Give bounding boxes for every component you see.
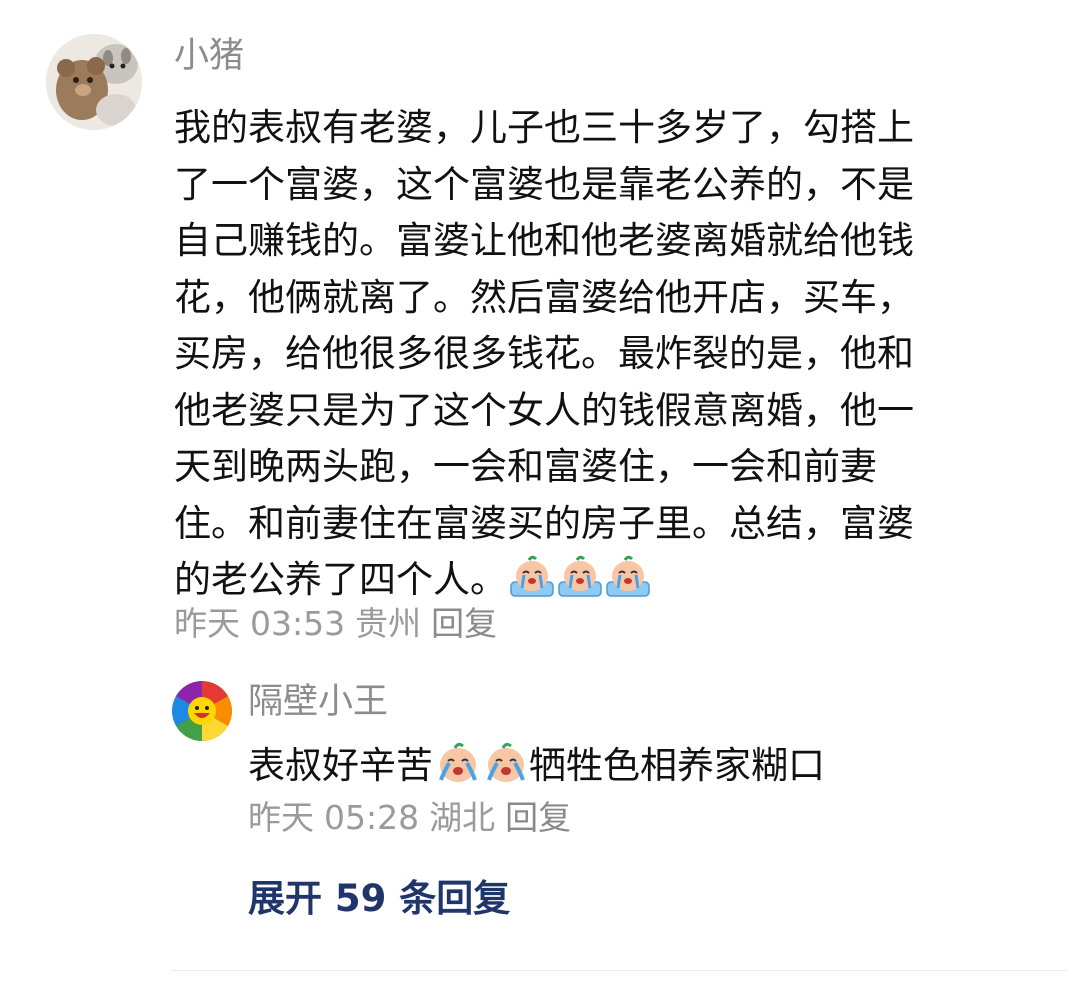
reply-meta: 昨天 05:28 湖北 回复 — [248, 798, 581, 838]
comment-time: 03:53 — [250, 604, 346, 643]
crying-emoji-icon — [557, 554, 603, 615]
comment-text-line: 的老公养了四个人。 — [174, 558, 507, 601]
expand-replies-button[interactable]: 展开 59 条回复 — [248, 876, 510, 922]
reply-username[interactable]: 隔壁小王 — [248, 682, 388, 722]
comment-text-line: 花，他俩就离了。然后富婆给他开店，买车， — [174, 275, 914, 319]
comment-last-line: 的老公养了四个人。 — [174, 552, 1024, 609]
reply-text-before: 表叔好辛苦 — [248, 744, 433, 787]
comment-text-line: 买房，给他很多很多钱花。最炸裂的是，他和 — [174, 332, 914, 375]
comment-text-line: 我的表叔有老婆，儿子也三十多岁了，勾搭上 — [174, 106, 914, 149]
comment-location: 贵州 — [355, 604, 422, 643]
crying-emoji-icon — [605, 554, 651, 615]
comment-text-line: 他老婆只是为了这个女人的钱假意离婚，他一 — [174, 388, 914, 432]
comment-content: 我的表叔有老婆，儿子也三十多岁了，勾搭上 了一个富婆，这个富婆也是靠老公养的，不… — [174, 100, 1024, 609]
reply-date: 昨天 — [248, 798, 314, 837]
reply-content: 表叔好辛苦 牺牲色相养家糊口 — [248, 738, 825, 800]
crying-emoji-icon — [509, 554, 555, 615]
comment-meta: 昨天 03:53 贵州 回复 — [174, 604, 507, 644]
crying-emoji-icon — [435, 740, 481, 800]
reply-button[interactable]: 回复 — [505, 798, 571, 837]
avatar[interactable] — [172, 681, 232, 741]
comment-text-line: 天到晚两头跑，一会和富婆住，一会和前妻 — [174, 445, 877, 488]
comment-text-line: 住。和前妻住在富婆买的房子里。总结，富婆 — [174, 501, 914, 545]
reply-button[interactable]: 回复 — [431, 604, 497, 643]
avatar-cat-with-teddy-image — [46, 34, 142, 130]
crying-emoji-icon — [483, 740, 529, 800]
comment-date: 昨天 — [174, 604, 240, 643]
comment-text-line: 自己赚钱的。富婆让他和他老婆离婚就给他钱 — [174, 219, 914, 262]
comment-text-line: 了一个富婆，这个富婆也是靠老公养的，不是 — [174, 162, 914, 206]
avatar-rainbow-flower-image — [172, 681, 232, 741]
comment-username[interactable]: 小猪 — [174, 36, 244, 76]
divider — [172, 970, 1067, 971]
avatar[interactable] — [46, 34, 142, 130]
reply-text-after: 牺牲色相养家糊口 — [529, 744, 825, 787]
reply-location: 湖北 — [429, 798, 496, 837]
reply-time: 05:28 — [324, 798, 420, 837]
